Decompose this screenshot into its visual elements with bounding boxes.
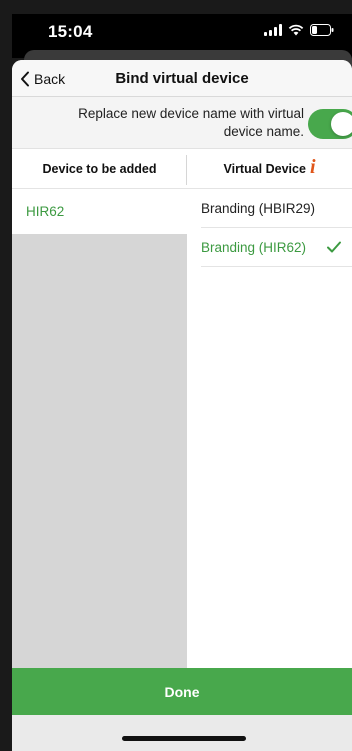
chevron-left-icon — [21, 71, 29, 86]
bind-virtual-device-screen: Bind virtual device Back Replace new dev… — [12, 60, 352, 751]
devices-to-add-list: HIR62 — [12, 189, 187, 668]
wifi-icon — [288, 24, 304, 36]
replace-name-label: Replace new device name with virtual dev… — [78, 106, 304, 139]
back-button[interactable]: Back — [12, 60, 65, 97]
home-indicator[interactable] — [122, 736, 246, 741]
info-icon[interactable]: i — [310, 157, 316, 177]
checkmark-icon — [327, 241, 341, 253]
virtual-devices-list: Branding (HBIR29) Branding (HIR62) — [187, 189, 352, 668]
virtual-device-label: Branding (HBIR29) — [201, 200, 316, 216]
columns-header: Device to be added Virtual Device i — [12, 149, 352, 189]
back-button-label: Back — [34, 70, 66, 87]
home-area — [12, 715, 352, 751]
done-button[interactable]: Done — [12, 668, 352, 715]
navigation-bar: Bind virtual device Back — [12, 60, 352, 97]
device-frame: 15:04 Bind virtual device Back Replace n… — [0, 0, 352, 751]
virtual-device-item-selected[interactable]: Branding (HIR62) — [201, 228, 352, 267]
device-to-add-item[interactable]: HIR62 — [12, 189, 187, 234]
virtual-device-header-label: Virtual Device — [223, 162, 306, 176]
replace-name-toggle[interactable] — [308, 109, 352, 139]
device-to-add-header: Device to be added — [42, 162, 157, 176]
cellular-signal-icon — [264, 24, 282, 36]
virtual-device-item[interactable]: Branding (HBIR29) — [201, 189, 352, 228]
status-icons — [264, 24, 334, 36]
status-time: 15:04 — [48, 22, 93, 41]
virtual-device-label: Branding (HIR62) — [201, 239, 307, 255]
battery-icon — [310, 24, 334, 36]
toggle-knob — [331, 112, 352, 136]
replace-name-setting: Replace new device name with virtual dev… — [12, 97, 352, 149]
virtual-device-header: Virtual Device i — [187, 149, 352, 189]
